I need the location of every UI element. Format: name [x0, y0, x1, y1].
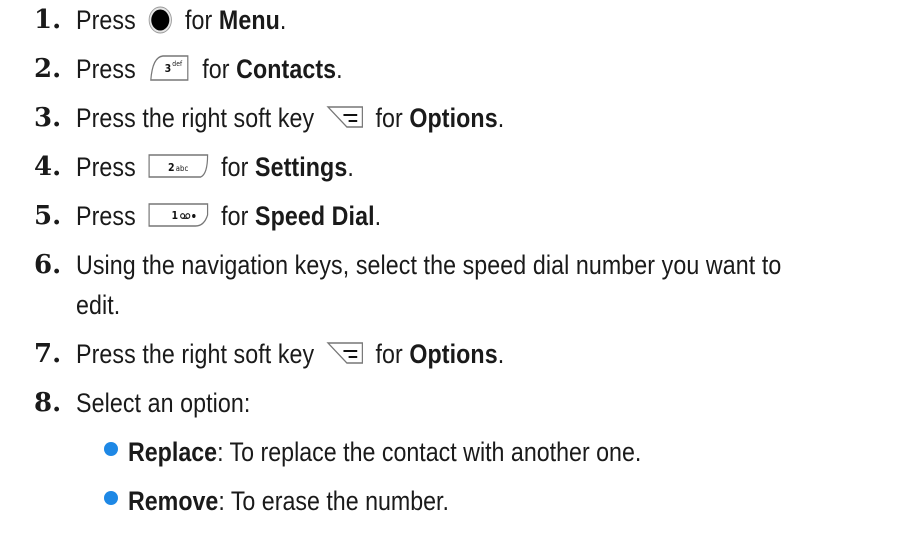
bullet-icon	[104, 442, 118, 456]
instruction-page: 1. Press for Menu. 2. Press 3 def for Co…	[0, 0, 916, 555]
svg-text:def: def	[172, 59, 182, 68]
step-number: 1.	[34, 5, 62, 35]
step-number: 2.	[34, 54, 62, 84]
bullet-icon	[104, 491, 118, 505]
svg-text:2: 2	[168, 161, 175, 174]
svg-text:abc: abc	[176, 163, 189, 173]
step-text: Press 1 for Speed Dial.	[76, 201, 382, 231]
step-text-line-2: edit.	[76, 290, 121, 320]
option-text: Remove: To erase the number.	[128, 486, 449, 516]
step-text-line-1: Using the navigation keys, select the sp…	[76, 250, 782, 280]
step-number: 4.	[34, 152, 62, 182]
menu-ok-key-icon	[148, 5, 174, 35]
step-text: Press for Menu.	[76, 5, 287, 35]
svg-text:1: 1	[172, 209, 179, 222]
step-text: Select an option:	[76, 388, 251, 418]
key-3-def-icon: 3 def	[148, 53, 191, 83]
key-2-abc-icon: 2 abc	[148, 152, 210, 180]
step-number: 5.	[34, 201, 62, 231]
right-soft-key-icon	[326, 103, 364, 131]
step-text: Press 2 abc for Settings.	[76, 152, 354, 182]
key-1-voicemail-icon: 1	[148, 201, 210, 229]
step-number: 6.	[34, 250, 62, 280]
step-number: 7.	[34, 339, 62, 369]
step-text: Press the right soft key for Options.	[76, 339, 505, 369]
step-number: 8.	[34, 388, 62, 418]
svg-text:3: 3	[165, 62, 172, 75]
step-text: Press the right soft key for Options.	[76, 103, 505, 133]
step-text: Press 3 def for Contacts.	[76, 53, 343, 84]
option-text: Replace: To replace the contact with ano…	[128, 437, 642, 467]
step-number: 3.	[34, 103, 62, 133]
right-soft-key-icon	[326, 339, 364, 367]
